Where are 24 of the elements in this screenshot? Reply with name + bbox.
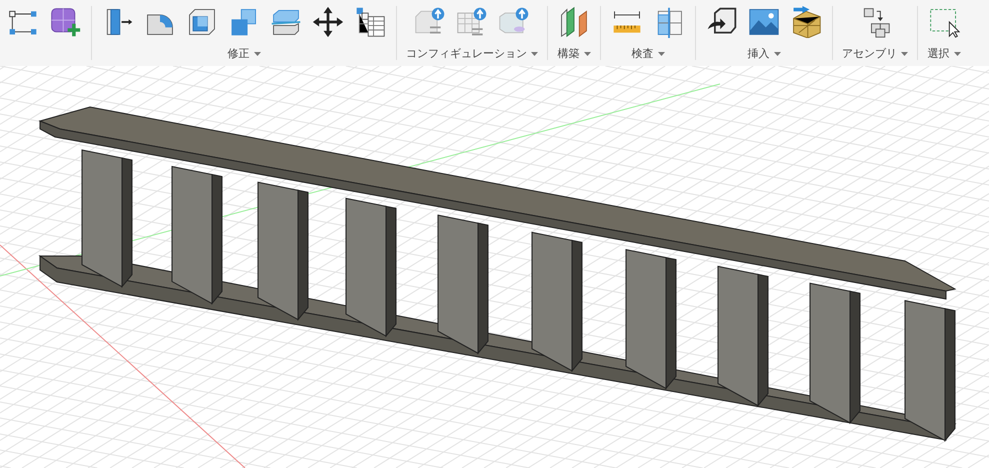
move-icon — [312, 6, 344, 38]
group-menu-button[interactable]: 修正 — [228, 44, 260, 63]
caret-icon — [658, 52, 664, 56]
cube-plus-icon — [49, 6, 81, 38]
caret-icon — [584, 52, 590, 56]
select-icon — [928, 6, 960, 38]
group-menu-button[interactable]: 挿入 — [748, 44, 780, 63]
group-menu-button[interactable]: コンフィギュレーション — [406, 44, 538, 63]
group-menu-button[interactable]: 検査 — [632, 44, 664, 63]
configured-table-icon — [456, 6, 488, 38]
group-menu-button[interactable]: 構築 — [558, 44, 590, 63]
caret-icon — [901, 52, 908, 56]
group-menu-button[interactable]: アセンブリ — [842, 44, 908, 63]
tool-button[interactable] — [311, 4, 345, 40]
image-icon — [748, 6, 780, 38]
group-menu-button[interactable]: 選択 — [928, 44, 960, 63]
caret-icon — [774, 52, 780, 56]
caret-icon — [954, 52, 960, 56]
parameters-icon — [354, 6, 386, 38]
mesh-icon — [790, 6, 822, 38]
shell-icon — [186, 6, 218, 38]
caret-icon — [531, 52, 538, 56]
planes-icon — [558, 6, 590, 38]
caret-icon — [254, 52, 260, 56]
